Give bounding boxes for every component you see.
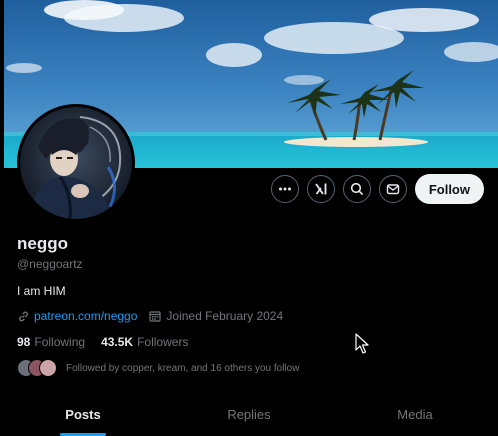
following-label: Following — [34, 335, 86, 349]
following-count: 98 — [17, 335, 31, 349]
tab-replies[interactable]: Replies — [166, 392, 332, 436]
tab-media[interactable]: Media — [332, 392, 498, 436]
grok-button[interactable] — [306, 175, 335, 203]
calendar-icon — [149, 311, 162, 322]
profile-page: Follow neggo @neggoartz I am HIM patreon… — [0, 0, 498, 436]
profile-meta: patreon.com/neggo Joined February 2024 — [17, 309, 283, 323]
display-name: neggo — [17, 234, 68, 253]
profile-link[interactable]: patreon.com/neggo — [34, 309, 137, 323]
followed-by[interactable]: Followed by copper, kream, and 16 others… — [17, 358, 299, 378]
followers-label: Followers — [137, 335, 189, 349]
follow-counts: 98 Following 43.5K Followers — [17, 335, 204, 349]
follow-button[interactable]: Follow — [414, 174, 484, 204]
profile-avatar[interactable] — [17, 104, 135, 222]
message-button[interactable] — [378, 175, 407, 203]
mail-icon — [386, 184, 400, 195]
tab-label: Media — [397, 406, 433, 422]
mini-avatar — [39, 359, 57, 377]
grok-icon — [315, 183, 327, 195]
followers-count: 43.5K — [101, 335, 134, 349]
following-link[interactable]: 98 Following — [17, 335, 85, 349]
profile-handle: @neggoartz — [17, 257, 83, 271]
mouse-cursor-icon — [355, 333, 371, 360]
profile-actions: Follow — [270, 174, 484, 204]
followers-you-know-avatars — [17, 358, 59, 378]
joined-date: Joined February 2024 — [166, 309, 284, 323]
search-button[interactable] — [342, 175, 371, 203]
profile-bio: I am HIM — [17, 284, 66, 298]
more-icon — [278, 187, 291, 191]
search-icon — [350, 182, 363, 196]
profile-tabs: Posts Replies Media — [0, 392, 498, 436]
more-button[interactable] — [270, 175, 299, 203]
link-icon — [19, 311, 28, 321]
followed-by-text: Followed by copper, kream, and 16 others… — [66, 362, 300, 374]
tab-posts[interactable]: Posts — [0, 392, 166, 436]
followers-link[interactable]: 43.5K Followers — [101, 335, 188, 349]
tab-label: Posts — [65, 406, 101, 422]
tab-label: Replies — [227, 406, 271, 422]
